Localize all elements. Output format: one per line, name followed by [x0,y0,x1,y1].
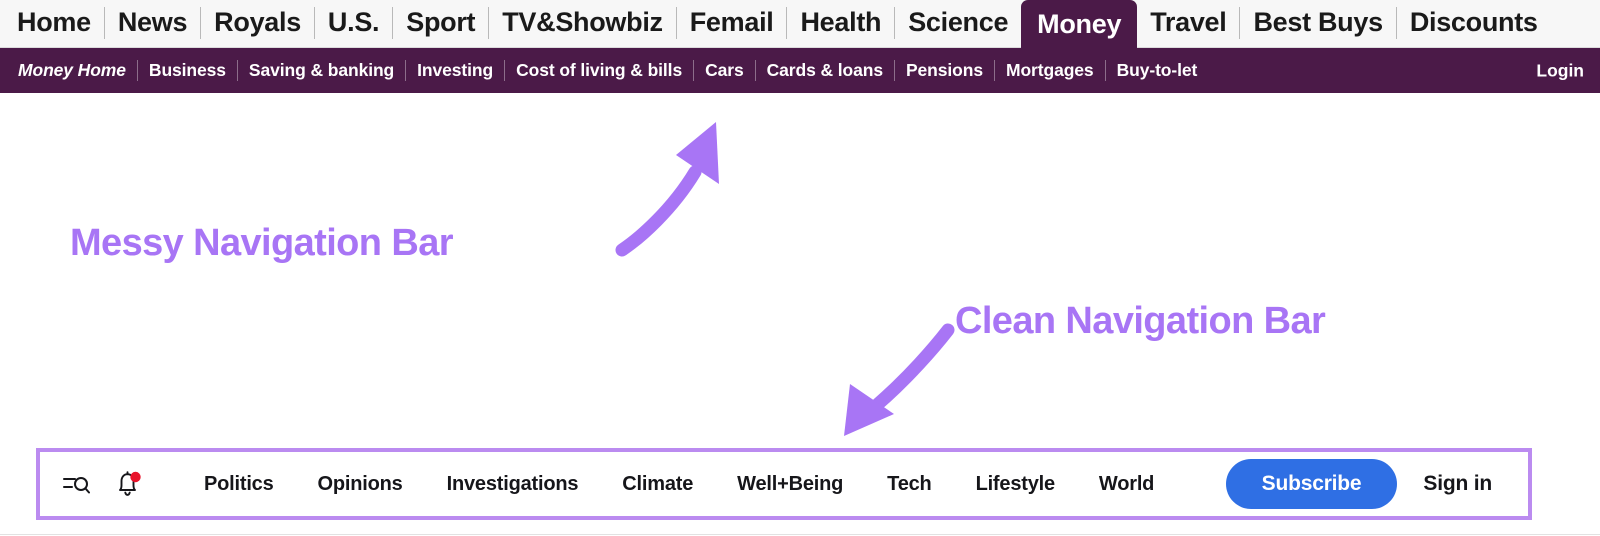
messy-nav-item-royals[interactable]: Royals [201,0,314,44]
clean-nav-item-well-being[interactable]: Well+Being [715,473,865,496]
messy-nav-item-news[interactable]: News [105,0,200,44]
messy-nav-item-science[interactable]: Science [895,0,1021,44]
messy-primary-nav-items: Home News Royals U.S. Sport TV&Showbiz Femail H… [4,0,1551,48]
messy-subnav-item-investing[interactable]: Investing [406,60,504,81]
signin-link[interactable]: Sign in [1423,472,1492,496]
search-menu-icon[interactable] [60,468,92,500]
messy-nav-item-home[interactable]: Home [4,0,104,44]
messy-nav-item-u-s[interactable]: U.S. [315,0,392,44]
messy-navigation-bar: Home News Royals U.S. Sport TV&Showbiz Femail H… [0,0,1600,94]
messy-nav-item-discounts[interactable]: Discounts [1397,0,1551,44]
clean-nav-links: Politics Opinions Investigations Climate Wel… [182,473,1176,496]
clean-nav-icon-group [40,468,144,500]
notification-badge-dot [130,471,141,483]
messy-nav-annotation-label: Messy Navigation Bar [70,222,454,264]
clean-nav-item-opinions[interactable]: Opinions [296,473,425,496]
clean-nav-annotation-label: Clean Navigation Bar [955,300,1326,342]
messy-subnav-item-money-home[interactable]: Money Home [12,60,137,81]
messy-subnav-item-mortgages[interactable]: Mortgages [995,60,1105,81]
messy-secondary-nav-items: Money Home Business Saving & banking Invest… [12,60,1208,81]
clean-navigation-bar: Politics Opinions Investigations Climate Wel… [36,448,1532,520]
login-link[interactable]: Login [1536,60,1584,81]
messy-subnav-item-cars[interactable]: Cars [694,60,755,81]
page-bottom-divider [0,534,1600,535]
messy-nav-item-money[interactable]: Money [1021,0,1138,48]
notification-bell-icon[interactable] [112,468,144,500]
clean-nav-item-tech[interactable]: Tech [865,473,953,496]
curved-arrow-up-right-icon [600,110,730,265]
messy-nav-item-femail[interactable]: Femail [677,0,787,44]
messy-subnav-item-business[interactable]: Business [138,60,237,81]
messy-nav-item-tv-showbiz[interactable]: TV&Showbiz [489,0,676,44]
messy-primary-nav: Home News Royals U.S. Sport TV&Showbiz Femail H… [0,0,1600,48]
clean-nav-actions: Subscribe Sign in [1225,459,1528,509]
clean-nav-item-climate[interactable]: Climate [600,473,715,496]
messy-nav-item-sport[interactable]: Sport [393,0,488,44]
clean-nav-item-lifestyle[interactable]: Lifestyle [954,473,1077,496]
messy-subnav-item-buy-to-let[interactable]: Buy-to-let [1106,60,1209,81]
clean-nav-item-investigations[interactable]: Investigations [425,473,601,496]
messy-nav-item-best-buys[interactable]: Best Buys [1240,0,1395,44]
messy-secondary-nav: Money Home Business Saving & banking Invest… [0,48,1600,93]
messy-subnav-item-cost-of-living-bills[interactable]: Cost of living & bills [505,60,693,81]
messy-subnav-item-pensions[interactable]: Pensions [895,60,994,81]
clean-nav-item-world[interactable]: World [1077,473,1176,496]
curved-arrow-down-left-icon [810,312,970,453]
messy-subnav-item-saving-banking[interactable]: Saving & banking [238,60,405,81]
messy-nav-item-travel[interactable]: Travel [1137,0,1239,44]
clean-nav-item-politics[interactable]: Politics [182,473,296,496]
subscribe-button[interactable]: Subscribe [1225,459,1398,509]
messy-nav-item-health[interactable]: Health [787,0,894,44]
messy-subnav-item-cards-loans[interactable]: Cards & loans [756,60,894,81]
